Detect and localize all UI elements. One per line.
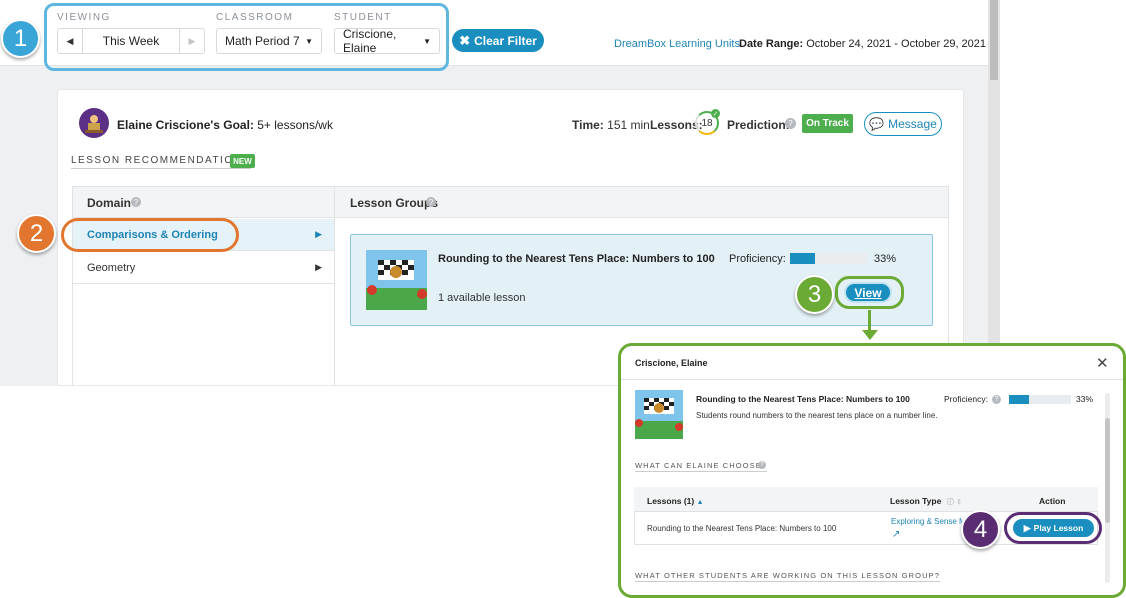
- proficiency-bar-fill: [790, 253, 816, 264]
- callout-2-badge: 2: [17, 214, 56, 253]
- proficiency-bar: [790, 253, 867, 264]
- modal-lesson-thumbnail: [635, 390, 683, 439]
- modal-scrollbar[interactable]: [1105, 393, 1110, 583]
- lesson-type-link[interactable]: Exploring & Sense M: [891, 517, 963, 526]
- col-action: Action: [1039, 496, 1066, 506]
- help-icon: ⓘ: [946, 499, 954, 506]
- new-badge: NEW: [230, 154, 255, 168]
- message-button[interactable]: 💬 Message: [864, 112, 942, 136]
- col-lessons[interactable]: Lessons (1) ▲: [647, 496, 704, 506]
- chat-icon: 💬: [869, 117, 885, 131]
- lesson-thumbnail: [366, 250, 427, 310]
- help-icon[interactable]: ?: [758, 461, 766, 469]
- lesson-group-title: Rounding to the Nearest Tens Place: Numb…: [438, 253, 715, 265]
- close-icon: ✖: [459, 32, 471, 48]
- proficiency-value: 33%: [874, 253, 897, 265]
- prediction-label: Prediction:: [727, 118, 790, 132]
- modal-proficiency-bar: [1009, 395, 1071, 404]
- time-label: Time:: [572, 118, 604, 132]
- time-value: 151 min: [607, 118, 650, 132]
- play-icon: ▶: [1023, 522, 1031, 533]
- date-range-value: October 24, 2021 - October 29, 2021: [806, 38, 987, 50]
- sort-icon: ⇕: [956, 499, 962, 506]
- callout-1-badge: 1: [1, 19, 40, 58]
- modal-lesson-title: Rounding to the Nearest Tens Place: Numb…: [696, 394, 910, 404]
- arrow-down-icon: [862, 330, 878, 340]
- callout-4-badge: 4: [961, 510, 1000, 549]
- play-lesson-label: Play Lesson: [1033, 523, 1084, 533]
- goal-text: Elaine Criscione's Goal: 5+ lessons/wk: [117, 118, 333, 132]
- date-range-label: Date Range:: [739, 38, 804, 50]
- modal-lesson-description: Students round numbers to the nearest te…: [696, 411, 938, 420]
- modal-proficiency-label: Proficiency:: [944, 394, 988, 404]
- message-label: Message: [888, 117, 937, 131]
- arrow-line: [868, 310, 871, 332]
- close-icon[interactable]: ✕: [1096, 354, 1109, 372]
- table-row-lesson: Rounding to the Nearest Tens Place: Numb…: [647, 524, 837, 533]
- choose-table-header: [634, 487, 1098, 512]
- modal-proficiency-value: 33%: [1076, 394, 1094, 404]
- callout-1-outline: [44, 3, 449, 71]
- avatar: [79, 108, 109, 138]
- help-icon[interactable]: ?: [426, 197, 436, 207]
- clear-filter-button[interactable]: ✖ Clear Filter: [452, 29, 544, 52]
- col-type-label: Lesson Type: [890, 496, 942, 506]
- units-link[interactable]: DreamBox Learning Units: [614, 38, 740, 50]
- goal-value: 5+ lessons/wk: [257, 118, 333, 132]
- column-divider: [334, 186, 335, 386]
- modal-scrollbar-thumb[interactable]: [1105, 418, 1110, 523]
- caret-right-icon: ▶: [315, 229, 322, 239]
- lessons-value: 18: [701, 117, 713, 129]
- goal-name: Elaine Criscione's Goal:: [117, 118, 254, 132]
- col-lessons-label: Lessons (1): [647, 496, 695, 506]
- callout-2-outline: [61, 218, 239, 252]
- check-icon: ✓: [711, 109, 720, 118]
- table-header: [72, 186, 949, 218]
- choose-header: WHAT CAN ELAINE CHOOSE?: [635, 461, 768, 472]
- view-button[interactable]: View: [844, 282, 892, 303]
- domain-item-label: Geometry: [87, 261, 136, 274]
- callout-3-badge: 3: [795, 275, 834, 314]
- available-lessons: 1 available lesson: [438, 292, 526, 304]
- help-icon[interactable]: ?: [785, 118, 796, 129]
- caret-right-icon: ▶: [315, 262, 322, 272]
- help-icon[interactable]: ?: [131, 197, 141, 207]
- clear-filter-label: Clear Filter: [474, 33, 537, 48]
- proficiency-bar-fill: [1009, 395, 1030, 404]
- others-header: WHAT OTHER STUDENTS ARE WORKING ON THIS …: [635, 571, 940, 582]
- recommendations-title: LESSON RECOMMENDATIONS: [71, 155, 251, 169]
- modal-student-name: Criscione, Elaine: [635, 358, 708, 368]
- col-type[interactable]: Lesson Type ⓘ ⇕: [890, 496, 962, 507]
- domain-item-geometry[interactable]: Geometry ▶: [73, 252, 334, 284]
- time-stat: Time: 151 min: [572, 118, 650, 132]
- scrollbar-thumb[interactable]: [990, 0, 998, 80]
- lesson-groups-header: Lesson Groups: [350, 196, 439, 210]
- help-icon[interactable]: ?: [992, 395, 1001, 404]
- on-track-badge: On Track: [802, 114, 853, 133]
- external-link-icon[interactable]: ↗: [892, 529, 900, 540]
- domain-header: Domain: [87, 196, 132, 210]
- proficiency-label: Proficiency:: [729, 253, 786, 265]
- play-lesson-button[interactable]: ▶ Play Lesson: [1013, 519, 1094, 537]
- sort-up-icon: ▲: [696, 499, 704, 506]
- date-range: Date Range: October 24, 2021 - October 2…: [739, 38, 986, 50]
